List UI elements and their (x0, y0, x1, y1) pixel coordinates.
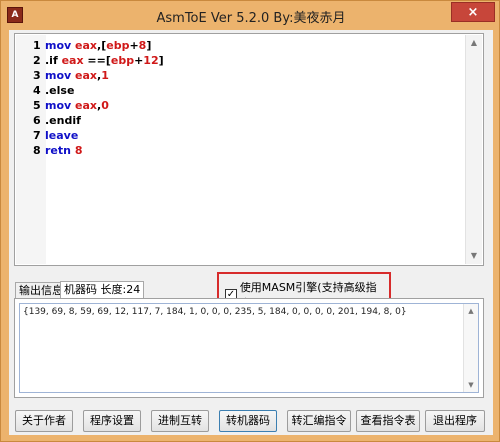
scroll-up-icon[interactable]: ▲ (464, 304, 478, 318)
window-title: AsmToE Ver 5.2.0 By:美夜赤月 (156, 11, 346, 26)
code-line: 2 .if eax ==[ebp+12] (33, 53, 164, 68)
line-number: 2 (33, 54, 41, 67)
code-token: ebp (106, 39, 130, 52)
close-icon: × (467, 5, 479, 20)
code-token: ==[ (87, 54, 111, 67)
code-token: mov (45, 39, 76, 52)
code-token: .endif (45, 114, 81, 127)
tab-label: 输出信息 (19, 284, 63, 297)
line-number: 1 (33, 39, 41, 52)
editor-scrollbar[interactable]: ▲ ▼ (465, 35, 482, 264)
code-token: leave (45, 129, 79, 142)
code-token: mov (45, 69, 76, 82)
code-line: 6 .endif (33, 113, 164, 128)
code-token: 0 (101, 99, 109, 112)
close-button[interactable]: × (451, 2, 495, 22)
code-token: eax (75, 69, 98, 82)
code-token: ] (146, 39, 152, 52)
tab-label: 机器码 长度:24 (64, 283, 141, 296)
code-token: eax (75, 39, 98, 52)
code-token: mov (45, 99, 76, 112)
code-token: retn (45, 144, 75, 157)
code-token: .if (45, 54, 62, 67)
machine-code-text: {139, 69, 8, 59, 69, 12, 117, 7, 184, 1,… (23, 307, 407, 317)
code-line: 3 mov eax,1 (33, 68, 164, 83)
masm-highlight: ✓ 使用MASM引擎(支持高级指令) (217, 272, 391, 310)
code-lines: 1 mov eax,[ebp+8] 2 .if eax ==[ebp+12] 3 mov … (33, 38, 164, 158)
client-area: 1 mov eax,[ebp+8] 2 .if eax ==[ebp+12] 3 mov … (9, 30, 493, 435)
line-number: 5 (33, 99, 41, 112)
scroll-down-icon[interactable]: ▼ (464, 378, 478, 392)
code-editor[interactable]: 1 mov eax,[ebp+8] 2 .if eax ==[ebp+12] 3 mov … (14, 33, 484, 266)
code-token: ,[ (97, 39, 107, 52)
code-line: 7 leave (33, 128, 164, 143)
code-token: 12 (143, 54, 159, 67)
base-convert-button[interactable]: 进制互转 (151, 410, 209, 432)
line-number: 3 (33, 69, 41, 82)
machine-code-output[interactable]: {139, 69, 8, 59, 69, 12, 117, 7, 184, 1,… (19, 303, 479, 393)
scroll-up-icon[interactable]: ▲ (466, 35, 482, 51)
line-number: 6 (33, 114, 41, 127)
to-machine-code-button[interactable]: 转机器码 (219, 410, 277, 432)
title-bar[interactable]: A AsmToE Ver 5.2.0 By:美夜赤月 × (1, 1, 500, 30)
code-token: + (129, 39, 139, 52)
code-token: ] (158, 54, 164, 67)
to-asm-button[interactable]: 转汇编指令 (287, 410, 351, 432)
window-frame: A AsmToE Ver 5.2.0 By:美夜赤月 × 1 mov eax,[e… (0, 0, 500, 442)
code-token: .else (45, 84, 75, 97)
tab-panel: {139, 69, 8, 59, 69, 12, 117, 7, 184, 1,… (14, 298, 484, 398)
code-token: eax (61, 54, 88, 67)
scroll-down-icon[interactable]: ▼ (466, 248, 482, 264)
code-line: 8 retn 8 (33, 143, 164, 158)
line-number: 8 (33, 144, 41, 157)
code-token: eax (75, 99, 98, 112)
tab-machine-code[interactable]: 机器码 长度:24 (60, 281, 145, 299)
code-line: 1 mov eax,[ebp+8] (33, 38, 164, 53)
code-token: 8 (74, 144, 83, 157)
code-line: 4 .else (33, 83, 164, 98)
code-token: ebp (110, 54, 135, 67)
code-line: 5 mov eax,0 (33, 98, 164, 113)
view-instruction-table-button[interactable]: 查看指令表 (356, 410, 420, 432)
line-number: 7 (33, 129, 41, 142)
exit-button[interactable]: 退出程序 (425, 410, 485, 432)
about-author-button[interactable]: 关于作者 (15, 410, 73, 432)
code-token: 1 (101, 69, 109, 82)
settings-button[interactable]: 程序设置 (83, 410, 141, 432)
output-scrollbar[interactable]: ▲ ▼ (463, 304, 478, 392)
line-number: 4 (33, 84, 41, 97)
code-token: + (134, 54, 144, 67)
